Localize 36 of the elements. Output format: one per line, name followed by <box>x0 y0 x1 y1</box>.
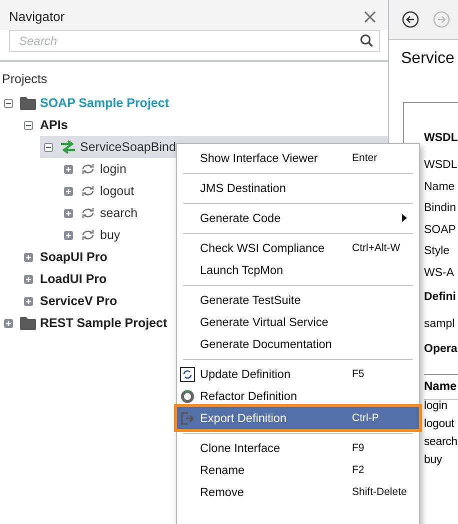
table-cell-text: login <box>424 400 448 414</box>
field-label: SOAP <box>424 224 457 238</box>
tree-item-label: buy <box>100 228 120 242</box>
section-heading: Opera <box>424 342 458 356</box>
section-label: Projects <box>1 72 48 88</box>
tree-item-label: ServiceSoapBind <box>80 140 176 154</box>
tree-item-label: APIs <box>40 118 68 132</box>
shortcut-text: F9 <box>352 442 364 454</box>
field-label: WSDL <box>424 159 458 173</box>
column-header: Name <box>424 374 458 400</box>
tree-item-label: login <box>100 162 126 176</box>
field-label: Bindin <box>424 202 457 216</box>
section-heading: WSDL <box>424 131 458 146</box>
shortcut-text: F5 <box>352 368 364 380</box>
table-cell-text: search <box>424 436 458 450</box>
field-label: WS-A <box>424 266 456 280</box>
shortcut-text: Ctrl+Alt-W <box>352 242 400 254</box>
field-label: Name <box>424 180 456 194</box>
tree-item-label: search <box>100 206 138 220</box>
table-cell-text: logout <box>424 418 456 432</box>
shortcut-text: Shift-Delete <box>352 486 407 498</box>
panel-title: Navigator <box>9 9 65 24</box>
table-cell-text: buy <box>424 454 443 468</box>
tree-item-label: logout <box>100 184 134 198</box>
editor-title: Service <box>401 50 456 69</box>
tree-item-label: SoapUI Pro <box>40 250 108 264</box>
section-heading: Defini <box>424 290 457 305</box>
tree-item-label: LoadUI Pro <box>40 272 107 286</box>
shortcut-text: Ctrl-P <box>352 412 379 424</box>
field-label: Style <box>424 245 451 259</box>
tree-item-label: REST Sample Project <box>40 316 168 330</box>
tree-item-label: ServiceV Pro <box>40 294 118 308</box>
shortcut-text: F2 <box>352 464 364 476</box>
field-label: sampl <box>424 318 456 332</box>
tree-item-label: SOAP Sample Project <box>40 96 169 110</box>
shortcut-text: Enter <box>352 152 378 164</box>
